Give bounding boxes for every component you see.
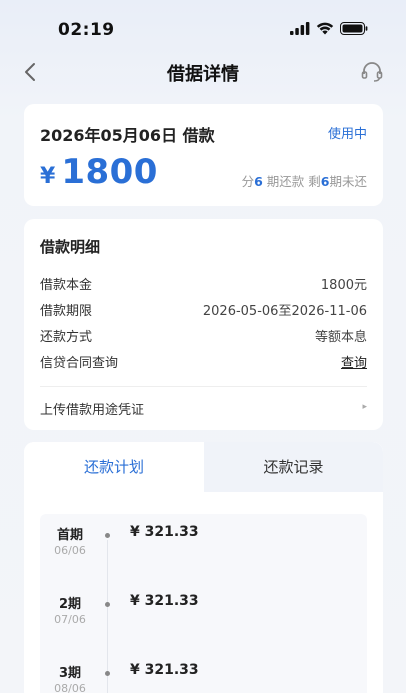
- upload-voucher-row[interactable]: 上传借款用途凭证 ▸: [40, 399, 367, 419]
- divider: [40, 386, 367, 387]
- loan-amount: ¥ 1800: [40, 152, 158, 192]
- timeline-dot: [105, 671, 110, 676]
- status-icons: [290, 22, 368, 35]
- schedule-period: 2期: [58, 597, 82, 612]
- schedule-amount: ¥ 321.33: [130, 524, 199, 540]
- schedule-date: 06/06: [54, 544, 86, 557]
- detail-row-principal: 借款本金 1800元: [40, 274, 367, 294]
- detail-label: 还款方式: [40, 330, 93, 345]
- tab-repayment-plan[interactable]: 还款计划: [24, 442, 204, 492]
- loan-summary-card: 2026年05月06日 借款 使用中 ¥ 1800 分6 期还款 剩6期未还: [24, 104, 383, 206]
- status-bar: 02:19: [0, 0, 406, 56]
- chevron-right-icon: ▸: [362, 402, 367, 412]
- tab-bar: 还款计划 还款记录: [24, 442, 383, 492]
- periods-prefix: 分: [241, 174, 255, 189]
- upload-voucher-label: 上传借款用途凭证: [40, 403, 145, 418]
- schedule-amount: ¥ 321.33: [130, 593, 199, 609]
- detail-row-contract: 信贷合同查询 查询: [40, 352, 367, 372]
- schedule-item[interactable]: 3期 08/06 ¥ 321.33: [40, 652, 367, 693]
- headset-icon: [361, 62, 383, 82]
- schedule-amount: ¥ 321.33: [130, 662, 199, 678]
- loan-details-card: 借款明细 借款本金 1800元 借款期限 2026-05-06至2026-11-…: [24, 219, 383, 430]
- wifi-icon: [316, 22, 334, 35]
- navigation-bar: 借据详情: [0, 54, 406, 90]
- repayment-schedule: 首期 06/06 ¥ 321.33 2期 07/06 ¥ 321.33 3期 0…: [40, 514, 367, 693]
- customer-service-button[interactable]: [360, 60, 384, 84]
- page-title: 借据详情: [167, 64, 239, 85]
- schedule-period: 首期: [56, 528, 83, 543]
- loan-date-title: 2026年05月06日 借款: [40, 126, 215, 145]
- detail-row-term: 借款期限 2026-05-06至2026-11-06: [40, 300, 367, 320]
- schedule-date: 07/06: [54, 613, 86, 626]
- signal-icon: [290, 22, 310, 35]
- status-time: 02:19: [58, 20, 115, 40]
- contract-query-link[interactable]: 查询: [341, 352, 367, 371]
- schedule-item[interactable]: 首期 06/06 ¥ 321.33: [40, 514, 367, 560]
- detail-label: 借款本金: [40, 278, 93, 293]
- periods-suffix: 期未还: [329, 174, 367, 189]
- periods-mid: 期还款 剩: [262, 174, 321, 189]
- detail-value: 1800元: [320, 278, 367, 293]
- detail-label: 借款期限: [40, 304, 93, 319]
- status-badge: 使用中: [327, 127, 367, 142]
- timeline-dot: [105, 533, 110, 538]
- detail-row-method: 还款方式 等额本息: [40, 326, 367, 346]
- repayment-periods: 分6 期还款 剩6期未还: [242, 171, 367, 190]
- schedule-period: 3期: [58, 666, 82, 681]
- detail-value: 2026-05-06至2026-11-06: [202, 304, 367, 319]
- timeline-dot: [105, 602, 110, 607]
- detail-label: 信贷合同查询: [40, 356, 119, 371]
- schedule-item[interactable]: 2期 07/06 ¥ 321.33: [40, 583, 367, 629]
- schedule-date: 08/06: [54, 682, 86, 693]
- periods-total: 6: [254, 174, 263, 189]
- detail-value: 等额本息: [314, 330, 367, 345]
- repayment-card: 还款计划 还款记录 首期 06/06 ¥ 321.33 2期 07/06 ¥ 3…: [24, 442, 383, 693]
- details-title: 借款明细: [40, 238, 101, 256]
- battery-icon: [340, 22, 368, 35]
- tab-repayment-records[interactable]: 还款记录: [204, 442, 383, 492]
- amount-value: 1800: [61, 152, 158, 192]
- currency-symbol: ¥: [40, 164, 56, 189]
